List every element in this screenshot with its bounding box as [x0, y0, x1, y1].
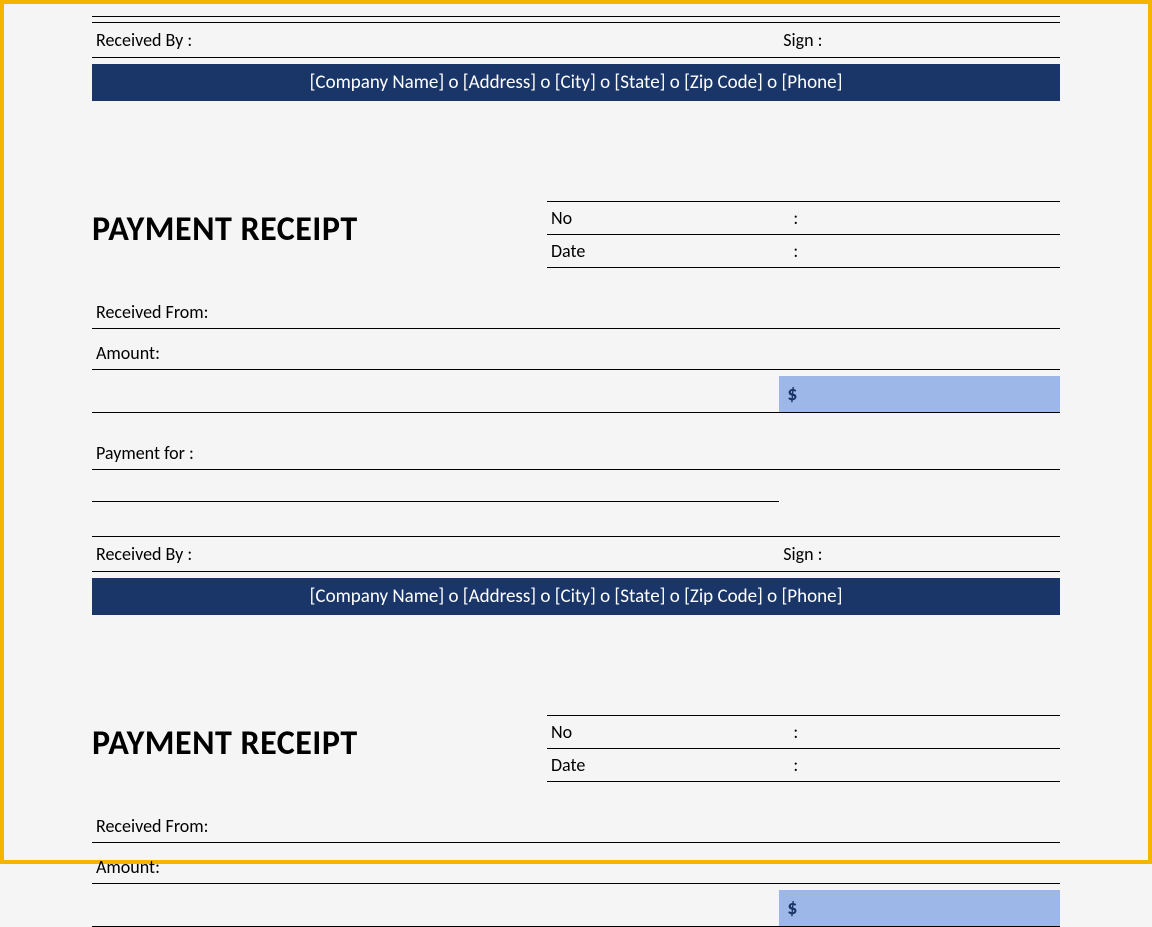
received-from-label: Received From: — [92, 294, 1060, 329]
payment-for-label: Payment for : — [92, 435, 1060, 470]
currency-box: $ — [779, 890, 1060, 927]
colon: : — [793, 207, 798, 229]
sign-label: Sign : — [779, 536, 1060, 572]
colon: : — [793, 721, 798, 743]
sign-label: Sign : — [779, 22, 1060, 58]
currency-box: $ — [779, 376, 1060, 413]
amount-description-line — [92, 376, 779, 413]
received-by-label: Received By : — [92, 536, 779, 572]
receipt-title: PAYMENT RECEIPT — [92, 715, 547, 764]
no-label: No — [551, 721, 793, 743]
colon: : — [793, 240, 798, 262]
receipt-title: PAYMENT RECEIPT — [92, 201, 547, 250]
payment-for-line — [92, 472, 779, 502]
company-footer-text: [Company Name] o [Address] o [City] o [S… — [92, 64, 1060, 101]
no-label: No — [551, 207, 793, 229]
amount-description-line — [92, 890, 779, 927]
date-label: Date — [551, 754, 793, 776]
received-by-label: Received By : — [92, 22, 779, 58]
amount-label: Amount: — [92, 849, 1060, 884]
date-label: Date — [551, 240, 793, 262]
company-footer-text: [Company Name] o [Address] o [City] o [S… — [92, 578, 1060, 615]
amount-label: Amount: — [92, 335, 1060, 370]
colon: : — [793, 754, 798, 776]
received-from-label: Received From: — [92, 808, 1060, 843]
